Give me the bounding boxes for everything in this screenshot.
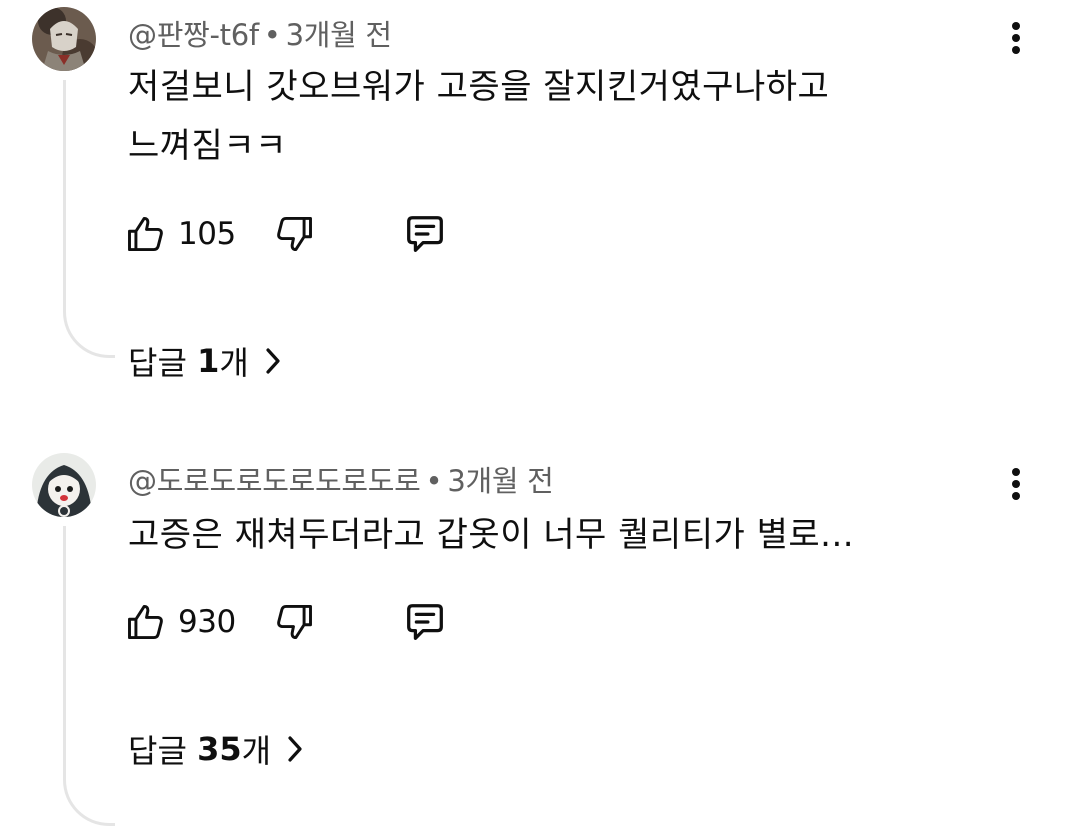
comment-text-line: 느껴짐ㅋㅋ <box>128 126 287 166</box>
replies-suffix: 개 <box>241 732 272 770</box>
comment-2: @도로도로도로도로도로 • 3개월 전 고증은 재쳐두더라고 갑옷이 너무 퀄리티가… <box>0 446 1080 826</box>
dislike-button[interactable] <box>272 209 316 259</box>
comment-meta: @도로도로도로도로도로 • 3개월 전 <box>128 458 554 500</box>
meta-separator: • <box>263 18 281 52</box>
more-vertical-icon <box>1012 468 1020 500</box>
replies-suffix: 개 <box>219 344 249 382</box>
author-name[interactable]: @판짱-t6f <box>128 18 259 52</box>
replies-count: 1 <box>197 342 220 380</box>
timestamp: 3개월 전 <box>285 18 393 52</box>
meta-separator: • <box>425 464 443 498</box>
avatar-armored-knight-icon <box>32 7 96 71</box>
comment-text-line: 저걸보니 갓오브워가 고증을 잘지킨거였구나하고 <box>128 67 830 107</box>
thumbs-down-icon <box>277 216 312 252</box>
like-count: 930 <box>178 604 236 640</box>
avatar[interactable] <box>32 7 96 71</box>
like-button[interactable]: 105 <box>124 209 236 259</box>
replies-count: 35 <box>197 730 242 768</box>
more-options-button[interactable] <box>996 456 1036 512</box>
author-name[interactable]: @도로도로도로도로도로 <box>128 464 421 498</box>
comment-text: 고증은 재쳐두더라고 갑옷이 너무 퀄리티가 별로... <box>128 506 988 565</box>
view-replies-button[interactable]: 답글 35 개 <box>128 726 303 772</box>
avatar-anime-girl-icon <box>32 453 96 517</box>
thread-line <box>63 80 115 358</box>
like-count: 105 <box>178 216 236 252</box>
comment-text-line: 고증은 재쳐두더라고 갑옷이 너무 퀄리티가 별로... <box>128 515 855 555</box>
reply-button[interactable] <box>402 209 448 259</box>
thumbs-up-icon <box>128 604 163 640</box>
chevron-right-icon <box>288 736 302 762</box>
reply-button[interactable] <box>402 597 448 647</box>
comment-meta: @판짱-t6f • 3개월 전 <box>128 12 392 54</box>
thread-line <box>63 526 115 826</box>
timestamp: 3개월 전 <box>447 464 554 498</box>
comment-text: 저걸보니 갓오브워가 고증을 잘지킨거였구나하고 느껴짐ㅋㅋ <box>128 58 988 176</box>
more-vertical-icon <box>1012 22 1020 54</box>
reply-comment-icon <box>407 604 443 640</box>
chevron-right-icon <box>266 348 280 374</box>
avatar[interactable] <box>32 453 96 517</box>
comment-1: @판짱-t6f • 3개월 전 저걸보니 갓오브워가 고증을 잘지킨거였구나하고 느… <box>0 0 1080 400</box>
more-options-button[interactable] <box>996 10 1036 66</box>
replies-prefix: 답글 <box>128 732 187 770</box>
thumbs-up-icon <box>128 216 163 252</box>
dislike-button[interactable] <box>272 597 316 647</box>
thumbs-down-icon <box>277 604 312 640</box>
like-button[interactable]: 930 <box>124 597 236 647</box>
view-replies-button[interactable]: 답글 1개 <box>128 338 281 384</box>
replies-prefix: 답글 <box>128 344 187 382</box>
reply-comment-icon <box>407 216 443 252</box>
